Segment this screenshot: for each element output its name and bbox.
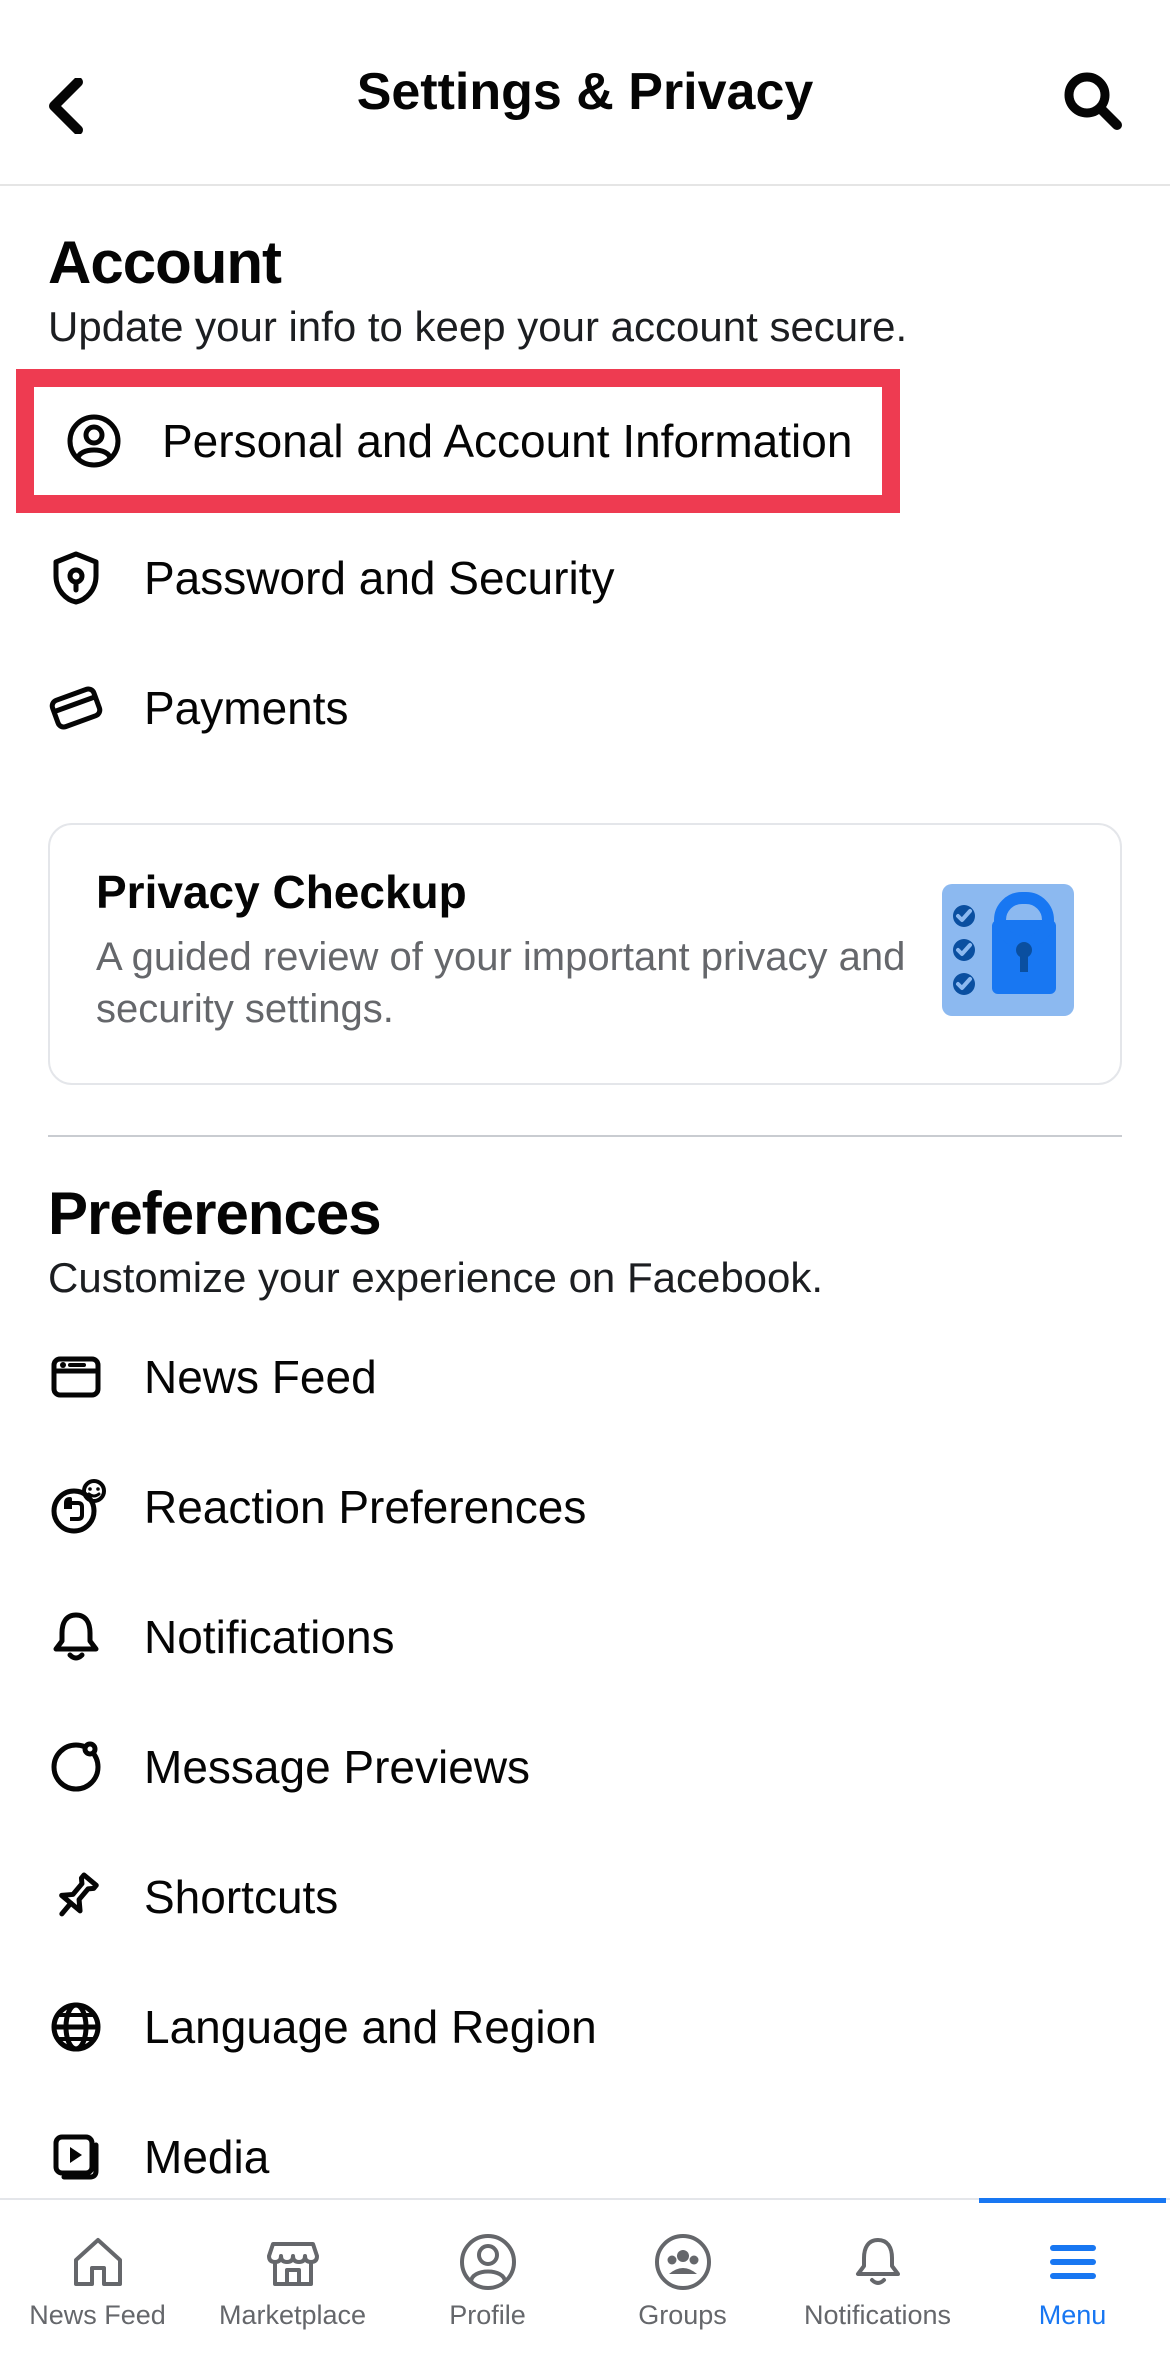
news-feed-icon xyxy=(48,1349,104,1405)
bell-icon xyxy=(848,2232,908,2292)
main-content: Account Update your info to keep your ac… xyxy=(0,186,1170,2222)
row-notifications[interactable]: Notifications xyxy=(16,1572,1170,1702)
page-title: Settings & Privacy xyxy=(357,62,814,122)
row-payments[interactable]: Payments xyxy=(16,643,1170,773)
shield-icon xyxy=(48,550,104,606)
preferences-subtitle: Customize your experience on Facebook. xyxy=(48,1248,1122,1302)
row-label: Media xyxy=(144,2130,269,2184)
row-label: Message Previews xyxy=(144,1740,530,1794)
row-news-feed[interactable]: News Feed xyxy=(16,1312,1170,1442)
tab-groups[interactable]: Groups xyxy=(585,2200,780,2363)
row-label: Payments xyxy=(144,681,349,735)
credit-card-icon xyxy=(48,680,104,736)
row-label: Password and Security xyxy=(144,551,614,605)
marketplace-icon xyxy=(263,2232,323,2292)
account-title: Account xyxy=(48,228,1122,297)
preferences-section-header: Preferences Customize your experience on… xyxy=(0,1137,1170,1312)
row-label: Reaction Preferences xyxy=(144,1480,586,1534)
row-personal-account-info[interactable]: Personal and Account Information xyxy=(50,397,882,485)
row-reaction-preferences[interactable]: Reaction Preferences xyxy=(16,1442,1170,1572)
media-icon xyxy=(48,2129,104,2185)
pin-icon xyxy=(48,1869,104,1925)
tab-label: Marketplace xyxy=(219,2300,366,2331)
tab-marketplace[interactable]: Marketplace xyxy=(195,2200,390,2363)
tab-menu[interactable]: Menu xyxy=(975,2200,1170,2363)
menu-icon xyxy=(1043,2232,1103,2292)
search-button[interactable] xyxy=(1062,70,1122,130)
preferences-title: Preferences xyxy=(48,1179,1122,1248)
privacy-checkup-subtitle: A guided review of your important privac… xyxy=(96,919,912,1035)
row-label: News Feed xyxy=(144,1350,377,1404)
home-icon xyxy=(68,2232,128,2292)
privacy-checkup-illustration xyxy=(942,884,1074,1016)
search-icon xyxy=(1062,70,1122,130)
row-message-previews[interactable]: Message Previews xyxy=(16,1702,1170,1832)
bell-icon xyxy=(48,1609,104,1665)
tab-label: Profile xyxy=(449,2300,526,2331)
row-label: Personal and Account Information xyxy=(162,414,852,468)
row-label: Shortcuts xyxy=(144,1870,338,1924)
privacy-checkup-card[interactable]: Privacy Checkup A guided review of your … xyxy=(48,823,1122,1085)
tab-label: News Feed xyxy=(29,2300,166,2331)
account-section-header: Account Update your info to keep your ac… xyxy=(0,186,1170,361)
privacy-checkup-title: Privacy Checkup xyxy=(96,865,912,919)
profile-icon xyxy=(458,2232,518,2292)
tab-label: Notifications xyxy=(804,2300,951,2331)
tab-news-feed[interactable]: News Feed xyxy=(0,2200,195,2363)
bottom-tab-bar: News Feed Marketplace Profile Groups Not… xyxy=(0,2198,1170,2363)
groups-icon xyxy=(653,2232,713,2292)
message-icon xyxy=(48,1739,104,1795)
account-subtitle: Update your info to keep your account se… xyxy=(48,297,1122,351)
tab-notifications[interactable]: Notifications xyxy=(780,2200,975,2363)
row-language-region[interactable]: Language and Region xyxy=(16,1962,1170,2092)
lock-checklist-icon xyxy=(942,884,1074,1016)
person-circle-icon xyxy=(66,413,122,469)
row-label: Language and Region xyxy=(144,2000,597,2054)
reaction-icon xyxy=(48,1477,108,1537)
header: Settings & Privacy xyxy=(0,0,1170,186)
row-label: Notifications xyxy=(144,1610,395,1664)
chevron-left-icon xyxy=(48,78,84,134)
row-shortcuts[interactable]: Shortcuts xyxy=(16,1832,1170,1962)
tab-profile[interactable]: Profile xyxy=(390,2200,585,2363)
highlight-box: Personal and Account Information xyxy=(16,369,900,513)
globe-icon xyxy=(48,1999,104,2055)
row-password-security[interactable]: Password and Security xyxy=(16,513,1170,643)
tab-label: Groups xyxy=(638,2300,727,2331)
tab-label: Menu xyxy=(1039,2300,1107,2331)
back-button[interactable] xyxy=(48,78,84,134)
